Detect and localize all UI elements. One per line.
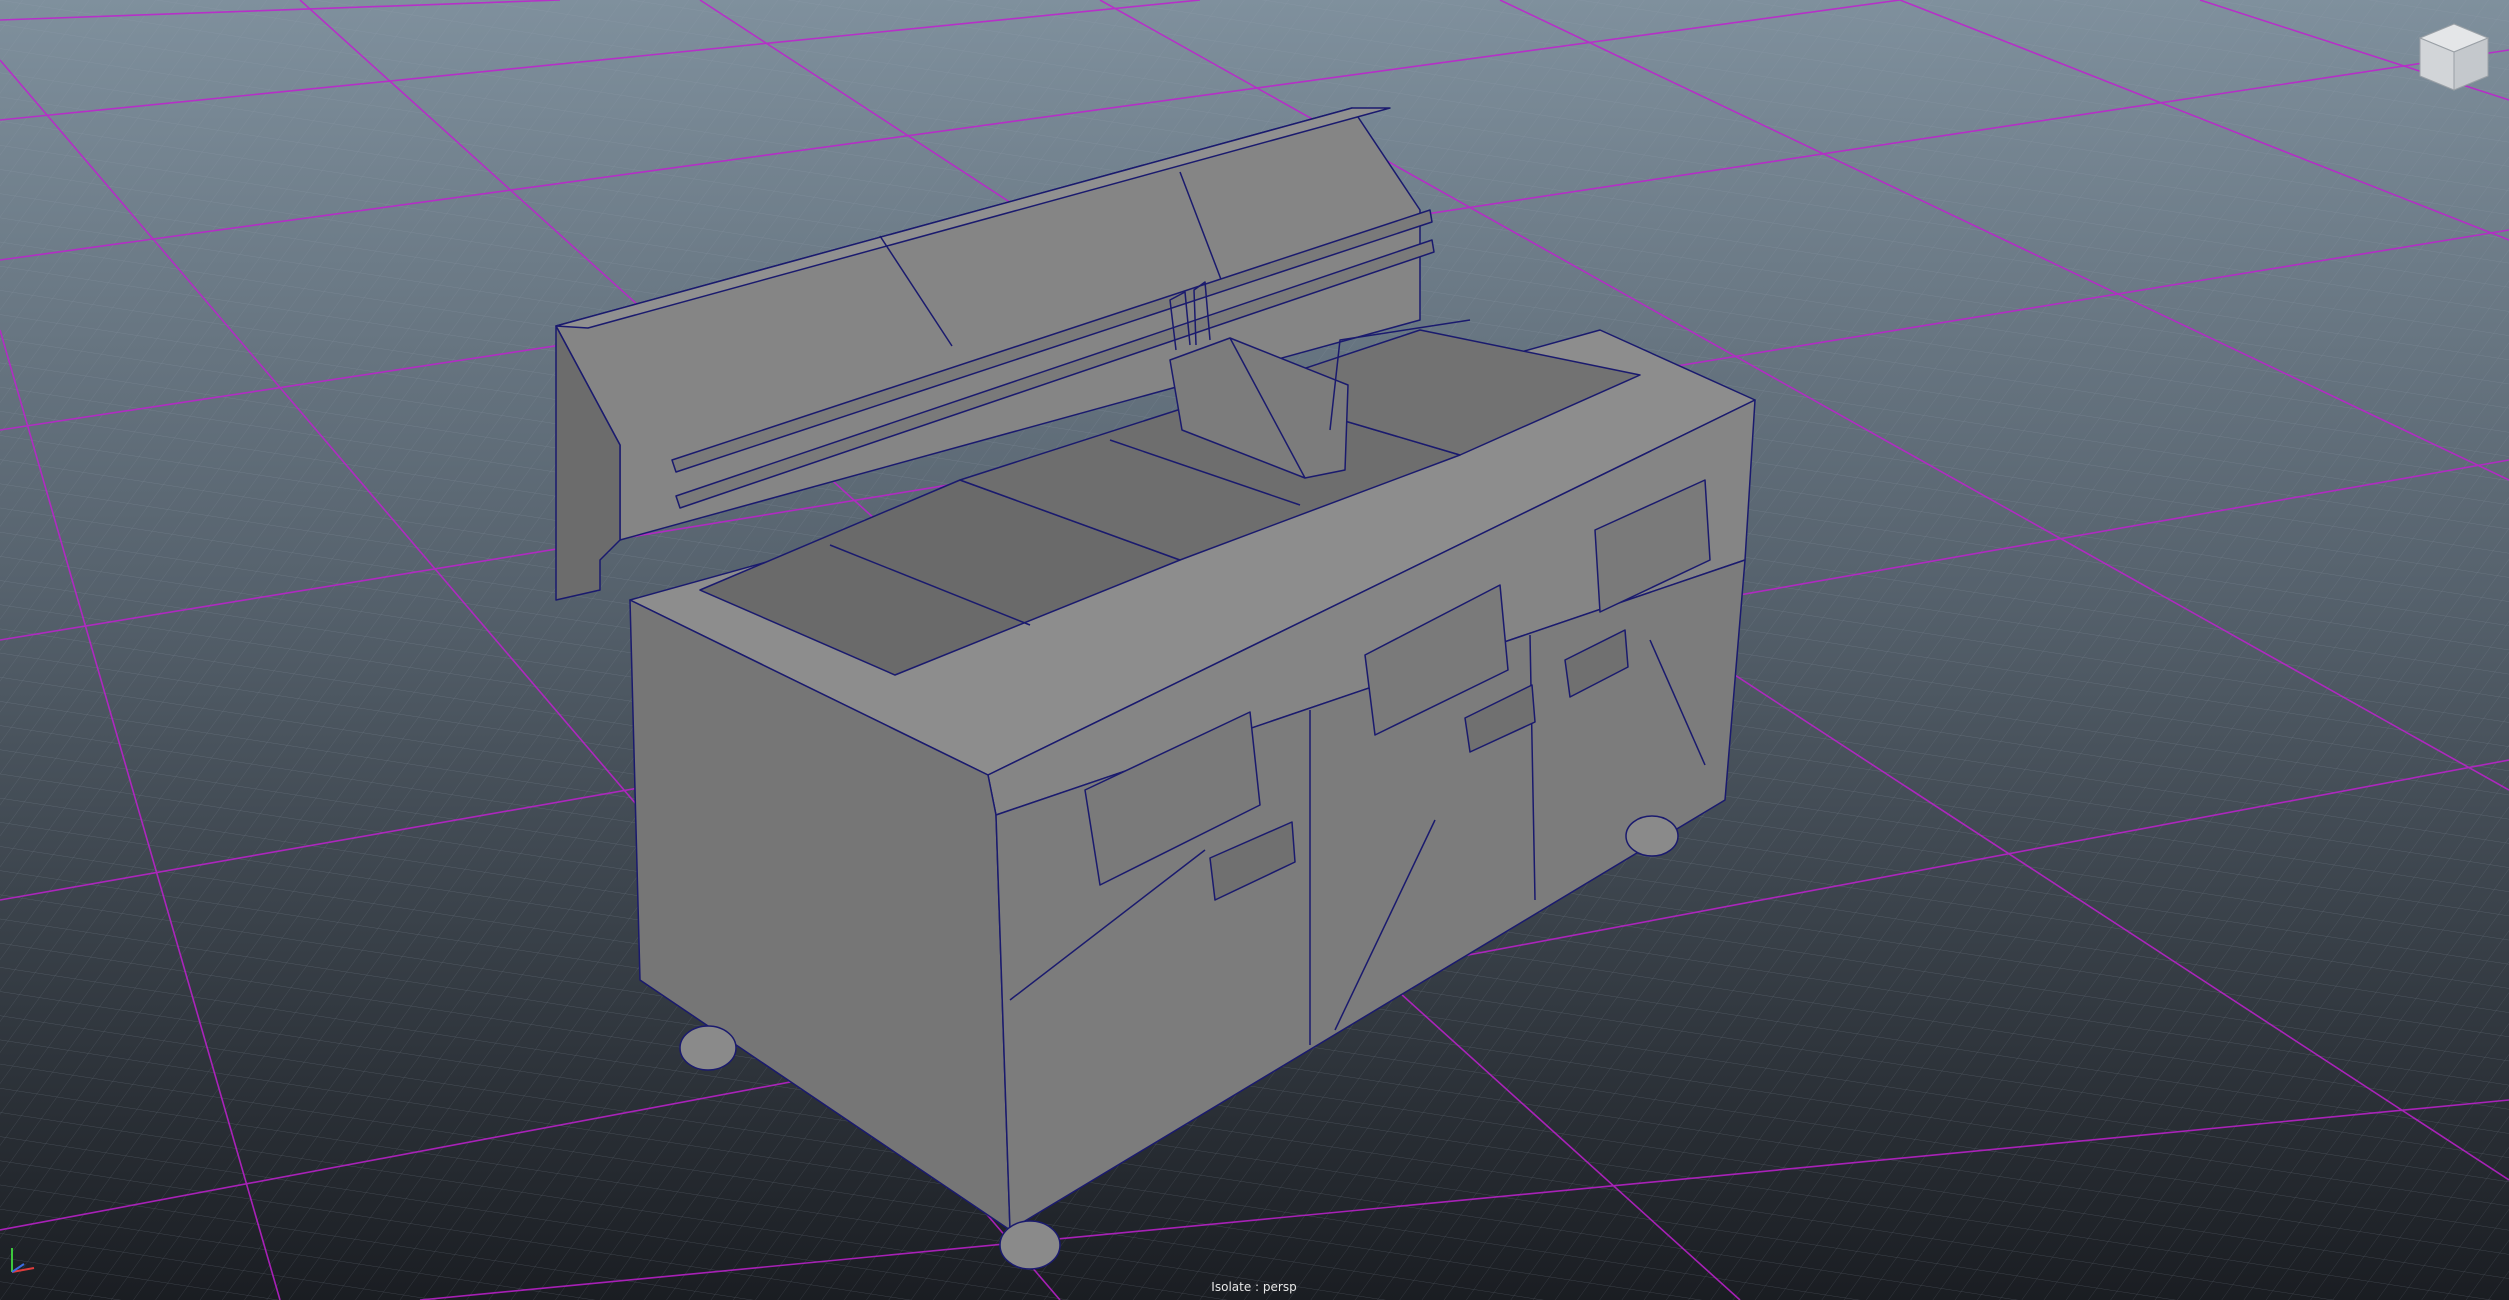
view-cube-icon[interactable] xyxy=(2416,20,2492,94)
xyz-axis-icon xyxy=(11,1248,35,1273)
caster-front-right xyxy=(1625,815,1679,857)
camera-label: Isolate : persp xyxy=(1211,1280,1297,1294)
caster-front-left xyxy=(999,1220,1061,1270)
perspective-viewport[interactable] xyxy=(0,0,2509,1300)
caster-back-left xyxy=(679,1025,737,1071)
